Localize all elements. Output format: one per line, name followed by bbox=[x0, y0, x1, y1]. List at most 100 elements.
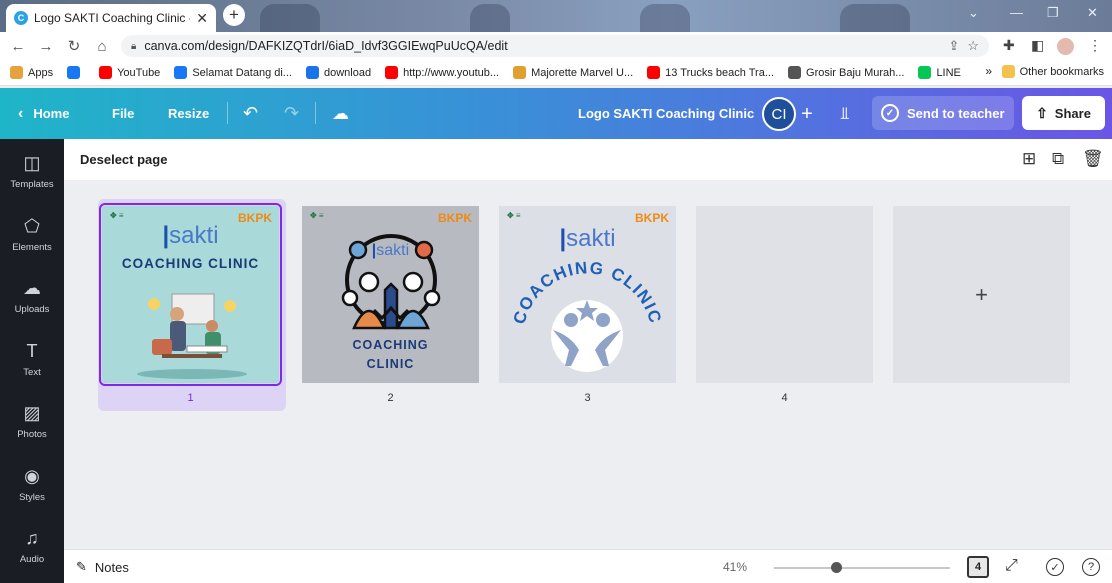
other-bookmarks-button[interactable]: Other bookmarks bbox=[1001, 65, 1104, 78]
bookmark-item[interactable]: Selamat Datang di... bbox=[174, 66, 292, 79]
browser-tab-active[interactable]: C Logo SAKTI Coaching Clinic - Log ✕ bbox=[6, 4, 216, 32]
home-label: Home bbox=[33, 106, 70, 121]
cloud-saved-icon[interactable]: ☁ bbox=[332, 88, 349, 139]
browser-menu-icon[interactable]: ⋮ bbox=[1088, 37, 1102, 54]
bookmark-item[interactable]: YouTube bbox=[99, 66, 160, 79]
insights-chart-icon[interactable]: ⫫ bbox=[840, 88, 850, 139]
extensions-icon[interactable]: ✚ bbox=[1003, 37, 1015, 54]
new-tab-button[interactable]: + bbox=[223, 4, 245, 26]
text-icon: T bbox=[26, 340, 38, 361]
page-count-button[interactable]: 4 bbox=[967, 556, 989, 578]
bookmark-star-icon[interactable]: ☆ bbox=[967, 38, 979, 54]
resize-button[interactable]: Resize bbox=[168, 88, 209, 139]
sidebar-item-elements[interactable]: ⬠ Elements bbox=[0, 216, 64, 253]
chevron-left-icon: ‹ bbox=[18, 104, 24, 122]
header-divider bbox=[315, 102, 316, 124]
canva-favicon-icon: C bbox=[14, 11, 28, 25]
styles-icon: ◉ bbox=[24, 465, 40, 486]
redo-icon[interactable]: ↷ bbox=[284, 88, 299, 139]
more-bookmarks-button[interactable]: » bbox=[985, 64, 992, 78]
design-title[interactable]: Logo SAKTI Coaching Clinic bbox=[578, 88, 754, 139]
bookmark-favicon-icon bbox=[647, 66, 661, 79]
add-collaborator-icon[interactable]: + bbox=[795, 102, 819, 126]
sidebar-item-audio[interactable]: ♫ Audio bbox=[0, 528, 64, 565]
bookmarks-bar: Apps YouTube Selamat Datang di... download h… bbox=[0, 60, 1112, 86]
ministry-logo-icon: ✥ ≡ bbox=[310, 211, 324, 220]
add-page-button[interactable]: + bbox=[893, 206, 1070, 383]
bookmark-item[interactable]: http://www.youtub... bbox=[385, 66, 499, 79]
close-window-icon[interactable]: ✕ bbox=[1087, 5, 1098, 21]
sidebar-item-styles[interactable]: ◉ Styles bbox=[0, 466, 64, 503]
share-page-icon[interactable]: ⇪ bbox=[948, 38, 959, 54]
bookmark-item[interactable]: LINE bbox=[918, 66, 961, 79]
page-thumbnail-2[interactable]: ✥ ≡ BKPK |sakti COACHING CLINIC 2 bbox=[302, 206, 479, 404]
sidebar-item-templates[interactable]: ◫ Templates bbox=[0, 153, 64, 190]
bookmark-item[interactable]: Grosir Baju Murah... bbox=[788, 66, 904, 79]
photos-icon: ▨ bbox=[23, 403, 41, 423]
zoom-slider[interactable] bbox=[774, 562, 950, 573]
sidebar-item-text[interactable]: T Text bbox=[0, 341, 64, 378]
send-to-teacher-button[interactable]: ✓ Send to teacher bbox=[872, 96, 1014, 130]
file-menu-button[interactable]: File bbox=[112, 88, 134, 139]
undo-icon[interactable]: ↶ bbox=[243, 88, 258, 139]
url-bar[interactable]: 🔒︎ canva.com/design/DAFKIZQTdrI/6iaD_Idv… bbox=[121, 35, 989, 57]
bookmark-favicon-icon bbox=[174, 66, 188, 79]
notes-button[interactable]: ✎ Notes bbox=[76, 559, 129, 575]
zoom-slider-handle[interactable] bbox=[830, 562, 842, 573]
sidebar-item-photos[interactable]: ▨ Photos bbox=[0, 403, 64, 440]
sidebar-item-label: Audio bbox=[19, 554, 45, 565]
fullscreen-icon[interactable]: ⤢ bbox=[1005, 557, 1018, 575]
left-sidebar: ◫ Templates ⬠ Elements ☁ Uploads T Text ▨ Photos ◉… bbox=[0, 139, 64, 583]
page-thumbnail-4[interactable]: 4 bbox=[696, 206, 873, 404]
page-thumbnail-1[interactable]: ✥ ≡ BKPK |sakti COACHING CLINIC 1 bbox=[99, 203, 282, 404]
bookmark-label: LINE bbox=[936, 66, 961, 79]
other-bookmarks-label: Other bookmarks bbox=[1019, 65, 1104, 78]
sidebar-item-label: Styles bbox=[19, 491, 45, 503]
folder-icon bbox=[1001, 65, 1015, 78]
sidebar-item-uploads[interactable]: ☁ Uploads bbox=[0, 278, 64, 315]
home-icon[interactable]: ⌂ bbox=[88, 38, 116, 55]
send-to-teacher-label: Send to teacher bbox=[907, 105, 1005, 121]
tab-search-icon[interactable]: ⌄ bbox=[968, 5, 979, 21]
side-panel-icon[interactable]: ◧ bbox=[1031, 37, 1044, 54]
bookmark-item[interactable]: Apps bbox=[10, 66, 53, 79]
page-heading-line-2: CLINIC bbox=[366, 357, 415, 371]
brand-label: BKPK bbox=[437, 211, 472, 225]
bookmark-item[interactable]: 13 Trucks beach Tra... bbox=[647, 66, 774, 79]
maximize-icon[interactable]: ❐ bbox=[1047, 5, 1059, 21]
bookmark-item[interactable] bbox=[67, 66, 85, 79]
bookmark-favicon-icon bbox=[385, 66, 399, 79]
home-button[interactable]: ‹ Home bbox=[18, 88, 69, 139]
sidebar-item-label: Uploads bbox=[14, 304, 50, 315]
page-number: 2 bbox=[387, 392, 394, 404]
duplicate-page-icon[interactable]: ⧉ bbox=[1052, 149, 1064, 169]
bookmark-label: Majorette Marvel U... bbox=[531, 66, 634, 79]
minimize-icon[interactable]: — bbox=[1010, 5, 1023, 20]
share-label: Share bbox=[1054, 105, 1091, 121]
bookmark-item[interactable]: Majorette Marvel U... bbox=[513, 66, 633, 79]
page-grid: ✥ ≡ BKPK |sakti COACHING CLINIC 1 ✥ ≡ BK… bbox=[64, 180, 1112, 549]
user-avatar[interactable]: CI bbox=[762, 97, 796, 131]
add-page-icon[interactable]: ⊞ bbox=[1022, 149, 1036, 169]
check-circle-icon[interactable]: ✓ bbox=[1046, 558, 1064, 576]
tab-strip-decoration bbox=[470, 4, 510, 32]
delete-page-icon[interactable]: 🗑︎ bbox=[1082, 149, 1104, 169]
page-heading: COACHING CLINIC bbox=[121, 256, 260, 271]
upload-share-icon: ⇧ bbox=[1036, 104, 1048, 121]
bookmark-favicon-icon bbox=[918, 66, 932, 79]
back-icon[interactable]: ← bbox=[4, 38, 32, 55]
bookmark-item[interactable]: download bbox=[305, 66, 371, 79]
reload-icon[interactable]: ↻ bbox=[60, 37, 88, 55]
deselect-page-button[interactable]: Deselect page bbox=[80, 152, 167, 167]
close-tab-icon[interactable]: ✕ bbox=[196, 10, 208, 27]
bookmark-label: Apps bbox=[28, 66, 54, 79]
coaching-clinic-arc-emblem: COACHING CLINIC bbox=[510, 258, 664, 372]
help-icon[interactable]: ? bbox=[1082, 558, 1100, 576]
sidebar-item-label: Elements bbox=[12, 241, 52, 253]
forward-icon[interactable]: → bbox=[32, 38, 60, 55]
bookmark-label: http://www.youtub... bbox=[403, 66, 500, 79]
profile-avatar-icon[interactable] bbox=[1057, 38, 1074, 55]
sidebar-item-label: Templates bbox=[10, 179, 54, 190]
share-button[interactable]: ⇧ Share bbox=[1022, 96, 1105, 130]
page-thumbnail-3[interactable]: ✥ ≡ BKPK |sakti COACHING CLINIC 3 bbox=[499, 206, 676, 404]
